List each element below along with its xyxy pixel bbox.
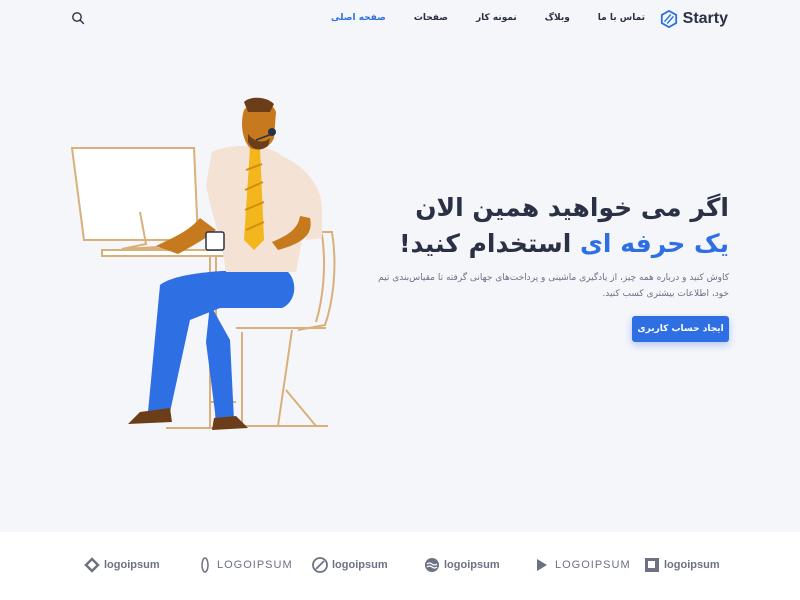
partner-logo-6: logoipsum — [644, 557, 720, 573]
partner-logo-6-label: logoipsum — [664, 559, 720, 571]
nav-pages[interactable]: صفحات — [414, 13, 448, 23]
starty-logo-icon — [660, 10, 677, 28]
partner-logo-4-label: logoipsum — [444, 559, 500, 571]
partner-logo-3: logoipsum — [312, 557, 388, 573]
nav-portfolio[interactable]: نمونه کار — [476, 13, 517, 23]
hero-title-accent: یک حرفه ای — [580, 229, 729, 258]
partner-logo-4: logoipsum — [424, 557, 500, 573]
partner-logo-5: LOGOIPSUM — [535, 557, 631, 573]
hero-title-rest: استخدام کنید! — [399, 229, 572, 258]
search-icon[interactable] — [71, 11, 85, 25]
nav-blog[interactable]: وبلاگ — [545, 13, 570, 23]
waves-icon — [425, 558, 439, 572]
nav-contact[interactable]: تماس با ما — [598, 13, 645, 23]
site-header: Starty صفحه اصلی صفحات نمونه کار وبلاگ ت… — [0, 0, 800, 40]
partner-logo-1: logoipsum — [84, 557, 160, 573]
logoipsum-mark-icon — [84, 557, 100, 573]
hero-title: اگر می خواهید همین الان یک حرفه ای استخد… — [309, 190, 729, 262]
brand-logo[interactable]: Starty — [660, 10, 728, 28]
square-cutout-icon — [645, 558, 659, 572]
partner-logo-5-label: LOGOIPSUM — [555, 559, 631, 571]
partner-logo-2: LOGOIPSUM — [197, 557, 293, 573]
partner-logos: logoipsum LOGOIPSUM logoipsum logoipsum … — [0, 532, 800, 600]
create-account-button[interactable]: ایجاد حساب کاربری — [632, 316, 729, 342]
nav-home[interactable]: صفحه اصلی — [331, 13, 386, 23]
hero-title-line1: اگر می خواهید همین الان — [415, 193, 729, 222]
partner-logo-1-label: logoipsum — [104, 559, 160, 571]
hero-illustration — [70, 97, 336, 430]
striped-circle-icon — [312, 557, 328, 573]
main-nav: صفحه اصلی صفحات نمونه کار وبلاگ تماس با … — [331, 13, 645, 23]
partner-logo-3-label: logoipsum — [332, 559, 388, 571]
partner-logo-2-label: LOGOIPSUM — [217, 559, 293, 571]
leaf-icon — [201, 557, 209, 573]
hero-description: کاوش کنید و درباره همه چیز، از یادگیری م… — [378, 273, 729, 299]
stripes-triangle-icon — [537, 559, 547, 571]
brand-name: Starty — [682, 10, 728, 27]
